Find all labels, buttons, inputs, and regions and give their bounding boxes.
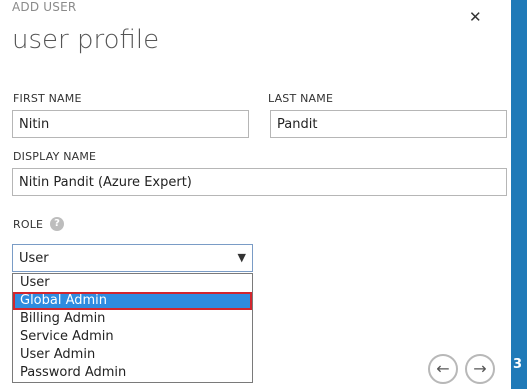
display-name-label: DISPLAY NAME — [13, 150, 97, 163]
step-number: 3 — [513, 357, 523, 372]
first-name-field[interactable]: Nitin — [12, 110, 249, 138]
page-title: user profile — [12, 25, 160, 55]
role-dropdown-list: User Global Admin Billing Admin Service … — [12, 273, 253, 383]
last-name-field[interactable]: Pandit — [270, 110, 507, 138]
role-option-user-admin[interactable]: User Admin — [13, 346, 252, 364]
role-label: ROLE — [13, 218, 44, 231]
role-option-service-admin[interactable]: Service Admin — [13, 328, 252, 346]
role-option-user[interactable]: User — [13, 274, 252, 292]
side-accent-bar — [511, 0, 527, 389]
help-icon[interactable]: ? — [50, 217, 64, 231]
display-name-field[interactable]: Nitin Pandit (Azure Expert) — [12, 168, 507, 196]
dialog-header: ADD USER — [12, 0, 77, 14]
role-option-password-admin[interactable]: Password Admin — [13, 364, 252, 382]
role-select[interactable]: User ▼ — [12, 244, 253, 272]
arrow-left-icon[interactable]: ← — [428, 354, 458, 384]
add-user-dialog: ADD USER user profile ✕ FIRST NAME Nitin… — [0, 0, 511, 389]
close-icon[interactable]: ✕ — [469, 8, 482, 26]
last-name-label: LAST NAME — [268, 92, 334, 105]
first-name-label: FIRST NAME — [13, 92, 82, 105]
chevron-down-icon: ▼ — [237, 251, 246, 264]
role-option-billing-admin[interactable]: Billing Admin — [13, 310, 252, 328]
role-selected-value: User — [19, 251, 49, 266]
role-option-global-admin[interactable]: Global Admin — [13, 292, 252, 310]
arrow-right-icon[interactable]: → — [465, 354, 495, 384]
